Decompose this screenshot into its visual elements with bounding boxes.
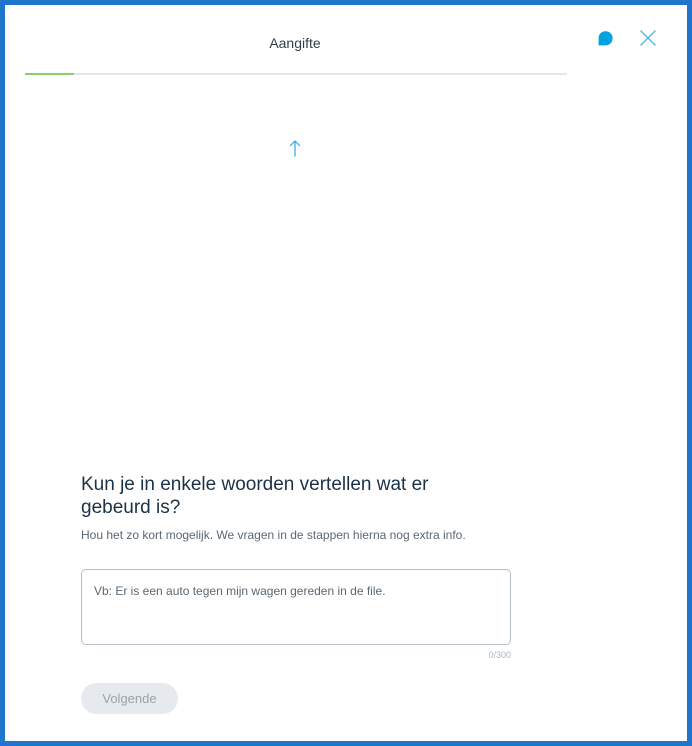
progress-fill — [25, 73, 74, 75]
question-heading: Kun je in enkele woorden vertellen wat e… — [81, 474, 429, 518]
progress-bar — [25, 73, 567, 75]
close-icon[interactable] — [639, 29, 657, 47]
page-title: Aangifte — [269, 35, 321, 51]
chat-icon[interactable] — [597, 30, 614, 47]
textarea-placeholder: Vb: Er is een auto tegen mijn wagen gere… — [94, 584, 386, 598]
character-counter: 0/300 — [488, 650, 511, 660]
next-button[interactable]: Volgende — [81, 683, 178, 714]
description-textarea[interactable]: Vb: Er is een auto tegen mijn wagen gere… — [81, 569, 511, 645]
question-hint: Hou het zo kort mogelijk. We vragen in d… — [81, 528, 466, 542]
dialog-frame: Aangifte Kun je in enkele woorden vertel… — [0, 0, 692, 746]
arrow-up-icon — [289, 140, 301, 157]
